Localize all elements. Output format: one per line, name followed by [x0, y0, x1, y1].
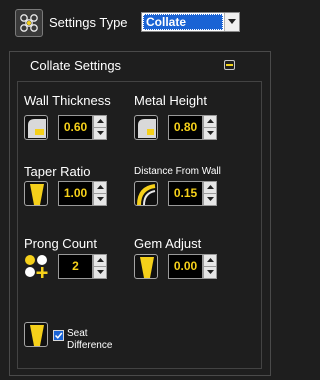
increment-button[interactable] — [204, 255, 216, 267]
increment-button[interactable] — [94, 255, 106, 267]
settings-type-bar: Settings Type Collate — [0, 0, 280, 44]
metal-height-icon — [134, 115, 158, 140]
taper-ratio-spin-buttons[interactable] — [93, 181, 107, 206]
metal-height-input[interactable]: 0.80 — [168, 115, 203, 140]
distance-from-wall-stepper[interactable]: 0.15 — [168, 181, 217, 206]
metal-height-label: Metal Height — [134, 93, 207, 108]
seat-difference-checkbox[interactable] — [53, 330, 64, 341]
gem-adjust-spin-buttons[interactable] — [203, 254, 217, 279]
seat-difference-label-line2: Difference — [67, 340, 113, 351]
seat-difference-label-line1: Seat — [67, 328, 88, 339]
taper-ratio-label: Taper Ratio — [24, 164, 91, 179]
gem-adjust-label: Gem Adjust — [134, 236, 202, 251]
distance-from-wall-label: Distance From Wall — [134, 166, 221, 177]
prong-count-spin-buttons[interactable] — [93, 254, 107, 279]
increment-button[interactable] — [94, 182, 106, 194]
wall-thickness-icon — [24, 115, 48, 140]
wall-thickness-label: Wall Thickness — [24, 93, 111, 108]
taper-ratio-stepper[interactable]: 1.00 — [58, 181, 107, 206]
gem-adjust-icon — [134, 254, 158, 279]
decrement-button[interactable] — [94, 267, 106, 278]
decrement-button[interactable] — [94, 194, 106, 205]
distance-from-wall-spin-buttons[interactable] — [203, 181, 217, 206]
taper-ratio-icon — [24, 181, 48, 206]
increment-button[interactable] — [204, 116, 216, 128]
wall-thickness-spin-buttons[interactable] — [93, 115, 107, 140]
prong-count-input[interactable]: 2 — [58, 254, 93, 279]
prong-count-label: Prong Count — [24, 236, 97, 251]
settings-type-value[interactable]: Collate — [143, 14, 223, 30]
decrement-button[interactable] — [204, 267, 216, 278]
collate-gems-icon[interactable] — [15, 9, 43, 37]
taper-ratio-input[interactable]: 1.00 — [58, 181, 93, 206]
chevron-down-icon[interactable] — [224, 13, 239, 31]
decrement-button[interactable] — [204, 128, 216, 139]
wall-thickness-input[interactable]: 0.60 — [58, 115, 93, 140]
metal-height-spin-buttons[interactable] — [203, 115, 217, 140]
gem-adjust-stepper[interactable]: 0.00 — [168, 254, 217, 279]
metal-height-stepper[interactable]: 0.80 — [168, 115, 217, 140]
wall-thickness-stepper[interactable]: 0.60 — [58, 115, 107, 140]
decrement-button[interactable] — [204, 194, 216, 205]
distance-from-wall-input[interactable]: 0.15 — [168, 181, 203, 206]
increment-button[interactable] — [204, 182, 216, 194]
settings-type-select[interactable]: Collate — [141, 12, 240, 32]
decrement-button[interactable] — [94, 128, 106, 139]
panel-title: Collate Settings — [30, 58, 122, 73]
settings-type-label: Settings Type — [49, 15, 128, 30]
distance-from-wall-icon — [134, 181, 158, 206]
prong-count-icon — [24, 254, 48, 279]
seat-difference-icon — [24, 322, 48, 347]
gem-adjust-input[interactable]: 0.00 — [168, 254, 203, 279]
increment-button[interactable] — [94, 116, 106, 128]
collapse-icon[interactable] — [224, 60, 235, 70]
prong-count-stepper[interactable]: 2 — [58, 254, 107, 279]
